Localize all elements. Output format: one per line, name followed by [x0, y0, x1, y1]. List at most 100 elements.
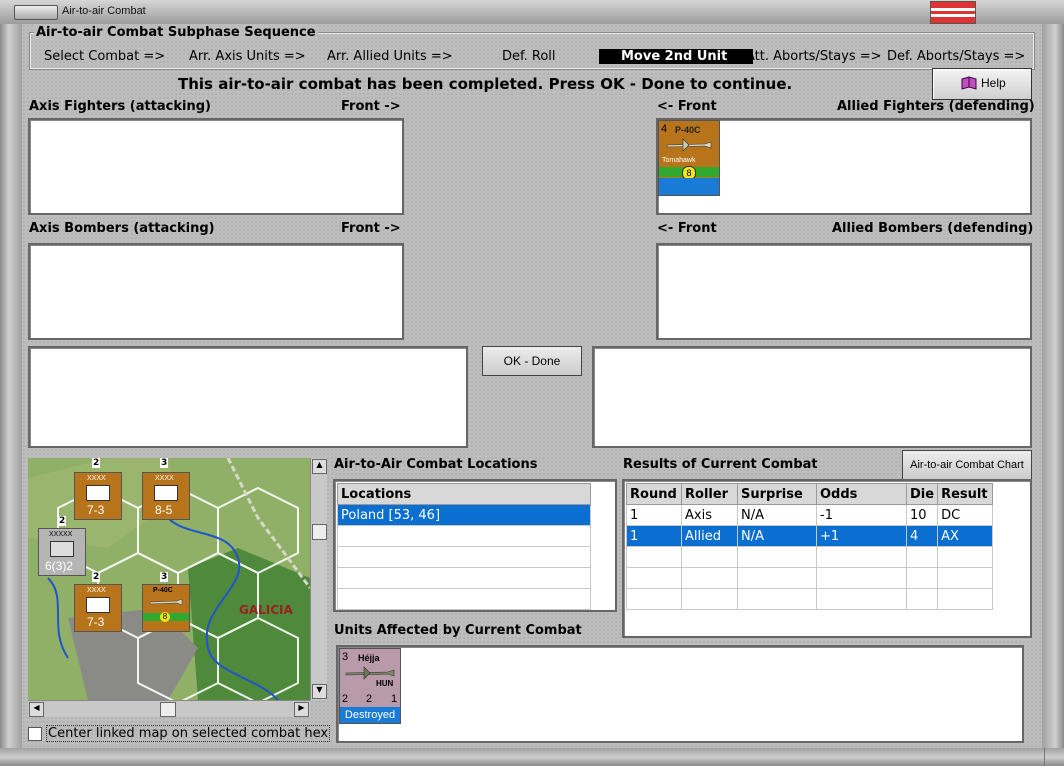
axis-fighters-front-label: Front ->: [341, 99, 401, 114]
combat-chart-button[interactable]: Air-to-air Combat Chart: [902, 450, 1032, 480]
counter-value: 6(3)2: [45, 559, 74, 573]
axis-bombers-box[interactable]: [28, 243, 404, 340]
results-cell: 4: [905, 525, 939, 547]
map-horizontal-scrollbar[interactable]: ◀ ▶: [28, 700, 310, 717]
step-move-2nd-unit: Move 2nd Unit: [599, 49, 754, 64]
window-title: Air-to-air Combat: [62, 5, 146, 17]
allied-fighter-counter[interactable]: 4 P-40C Tomahawk 8: [658, 120, 720, 196]
help-button[interactable]: Help: [932, 68, 1032, 100]
map-counter[interactable]: XXXX 7-3: [74, 472, 122, 520]
counter-value: 8: [160, 612, 170, 622]
step-arr-allied-units: Arr. Allied Units =>: [327, 49, 453, 64]
location-row[interactable]: [337, 567, 591, 589]
linked-map[interactable]: GALICIA XXXX 7-3 XXXX 8-5 XXXXX 6(3)2 XX…: [28, 458, 310, 700]
affected-title: Units Affected by Current Combat: [334, 623, 582, 638]
step-att-aborts: Att. Aborts/Stays =>: [746, 49, 882, 64]
counter-size: XXXX: [155, 475, 174, 482]
axis-bombers-front-label: Front ->: [341, 221, 401, 236]
counter-type: P-40C: [153, 587, 173, 594]
map-counter[interactable]: XXXX 8-5: [142, 472, 190, 520]
results-header: Odds: [816, 483, 907, 505]
scroll-thumb[interactable]: [160, 702, 176, 717]
allied-bombers-label: Allied Bombers (defending): [832, 221, 1034, 236]
center-map-checkbox[interactable]: [28, 727, 42, 741]
system-menu-button[interactable]: [14, 5, 58, 20]
counter-value: 7-3: [87, 615, 105, 629]
counter-name: Héjja: [358, 653, 380, 663]
locations-table: Locations Poland [53, 46]: [337, 483, 591, 610]
results-table: Round Roller Surprise Odds Die Result 1 …: [626, 483, 994, 610]
map-vertical-scrollbar[interactable]: ▲ ▼: [310, 458, 327, 700]
map-counter[interactable]: XXXX 7-3: [74, 584, 122, 632]
results-cell: Allied: [681, 525, 738, 547]
close-button[interactable]: [976, 4, 1036, 18]
locations-list[interactable]: Locations Poland [53, 46]: [333, 479, 617, 612]
scroll-right-arrow-icon[interactable]: ▶: [294, 702, 309, 717]
step-def-roll: Def. Roll: [502, 49, 556, 64]
scroll-down-arrow-icon[interactable]: ▼: [312, 684, 327, 699]
location-row[interactable]: [337, 525, 591, 547]
window-frame-left: [0, 24, 22, 766]
axis-fighters-box[interactable]: [28, 118, 404, 215]
german-flag-icon: [930, 1, 976, 24]
map-counter[interactable]: XXXXX 6(3)2: [38, 528, 86, 576]
counter-left-number: 4: [661, 123, 668, 135]
counter-bottom-middle: 2: [366, 693, 373, 705]
stack-count: 2: [92, 458, 101, 468]
counter-top-number: 3: [342, 651, 349, 663]
locations-header: Locations: [337, 483, 591, 505]
location-cell: [337, 546, 591, 568]
title-bar: Air-to-air Combat: [0, 0, 1064, 25]
step-arr-axis-units: Arr. Axis Units =>: [189, 49, 306, 64]
aircraft-icon: [666, 138, 712, 152]
results-row[interactable]: 1 Axis N/A -1 10 DC: [626, 504, 994, 526]
scroll-thumb[interactable]: [312, 524, 327, 540]
results-list[interactable]: Round Roller Surprise Odds Die Result 1 …: [622, 479, 1032, 638]
results-row[interactable]: [626, 546, 994, 568]
scroll-up-arrow-icon[interactable]: ▲: [312, 459, 327, 474]
results-cell: N/A: [737, 504, 817, 526]
results-row[interactable]: [626, 567, 994, 589]
axis-bombers-label: Axis Bombers (attacking): [29, 221, 215, 236]
location-row[interactable]: Poland [53, 46]: [337, 504, 591, 526]
map-region-label: GALICIA: [239, 603, 293, 617]
affected-units-box: [336, 645, 1024, 743]
allied-bombers-box[interactable]: [656, 243, 1032, 340]
affected-unit-counter[interactable]: 3 Héjja HUN 2 2 1 Destroyed: [339, 648, 401, 724]
stack-count: 3: [160, 458, 169, 468]
results-header: Result: [937, 483, 994, 505]
results-cell: -1: [816, 504, 907, 526]
results-cell: 10: [905, 504, 939, 526]
ok-done-button[interactable]: OK - Done: [482, 346, 582, 376]
results-row[interactable]: 1 Allied N/A +1 4 AX: [626, 525, 994, 547]
results-header: Round: [626, 483, 682, 505]
location-row[interactable]: [337, 588, 591, 610]
step-def-aborts: Def. Aborts/Stays =>: [887, 49, 1026, 64]
results-header: Die: [905, 483, 939, 505]
infantry-icon: [50, 541, 74, 557]
status-message: This air-to-air combat has been complete…: [178, 75, 793, 93]
window-frame-right: [1042, 24, 1064, 766]
book-icon: [961, 76, 977, 90]
stack-count: 2: [58, 516, 67, 526]
scroll-left-arrow-icon[interactable]: ◀: [29, 702, 44, 717]
counter-bottom-left: 2: [342, 693, 349, 705]
location-row[interactable]: [337, 546, 591, 568]
help-label: Help: [981, 76, 1006, 90]
counter-value: 7-3: [87, 503, 105, 517]
resize-grip[interactable]: [1044, 748, 1064, 766]
results-cell: DC: [937, 504, 994, 526]
results-cell: 1: [626, 504, 682, 526]
counter-size: XXXX: [87, 475, 106, 482]
location-cell: Poland [53, 46]: [337, 504, 591, 526]
center-map-label[interactable]: Center linked map on selected combat hex: [46, 725, 331, 742]
map-counter[interactable]: P-40C 8: [142, 584, 190, 632]
infantry-icon: [86, 597, 110, 613]
results-cell: 1: [626, 525, 682, 547]
counter-nation: HUN: [376, 679, 394, 688]
results-header: Surprise: [737, 483, 817, 505]
counter-bottom-right: 1: [391, 693, 398, 705]
location-cell: [337, 525, 591, 547]
results-row[interactable]: [626, 588, 994, 610]
results-cell: AX: [937, 525, 994, 547]
